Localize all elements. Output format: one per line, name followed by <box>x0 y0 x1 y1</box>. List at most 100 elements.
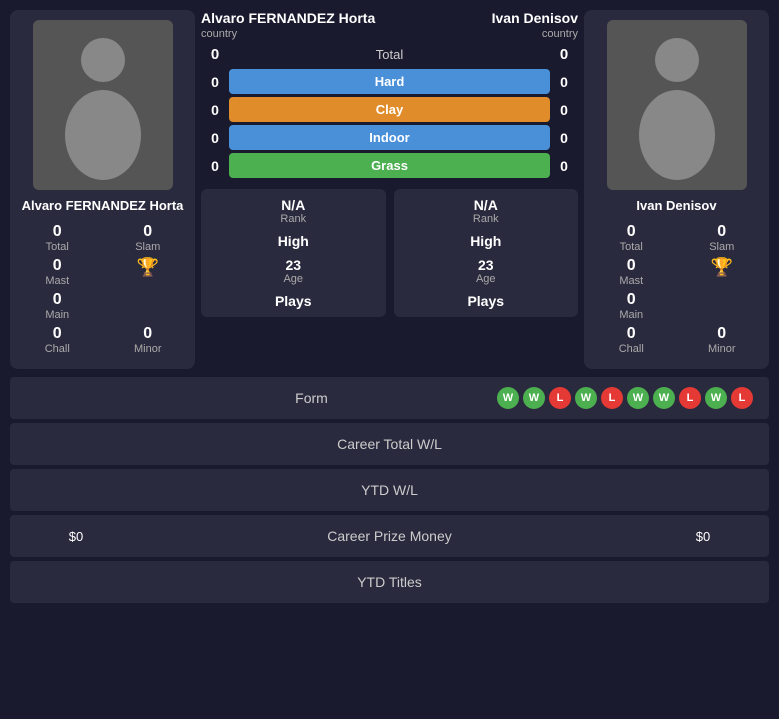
left-trophy-icon-container: 🏆 <box>111 257 186 287</box>
surface-row-clay: 0 Clay 0 <box>201 97 578 122</box>
form-badge-3: L <box>549 387 571 409</box>
left-age-label: Age <box>209 273 378 285</box>
form-badge-10: L <box>731 387 753 409</box>
career-wl-row: Career Total W/L <box>10 423 769 465</box>
career-wl-label: Career Total W/L <box>126 436 653 452</box>
right-info-panel: N/A Rank High 23 Age Plays <box>394 189 579 317</box>
total-right-score: 0 <box>550 46 578 63</box>
ytd-wl-row: YTD W/L <box>10 469 769 511</box>
right-minor-label: Minor <box>708 343 736 355</box>
surface-row-hard: 0 Hard 0 <box>201 69 578 94</box>
right-age-label: Age <box>402 273 571 285</box>
left-high-container: High <box>209 233 378 249</box>
left-total-label: Total <box>46 241 69 253</box>
left-chall-stat: 0 Chall <box>20 325 95 355</box>
left-slam-value: 0 <box>143 223 152 241</box>
left-age-container: 23 Age <box>209 257 378 285</box>
left-plays-value: Plays <box>209 293 378 309</box>
surfaces-container: 0 Hard 0 0 Clay 0 0 Indoor 0 0 Grass <box>201 69 578 181</box>
total-left-score: 0 <box>201 46 229 63</box>
right-age-value: 23 <box>402 257 571 273</box>
left-trophy-icon: 🏆 <box>137 257 159 278</box>
left-main-label: Main <box>45 309 69 321</box>
right-trophy-icon: 🏆 <box>711 257 733 278</box>
left-rank-value: N/A <box>209 197 378 213</box>
form-label: Form <box>126 390 497 406</box>
form-row: Form W W L W L W W L W L <box>10 377 769 419</box>
hard-button[interactable]: Hard <box>229 69 550 94</box>
right-main-stat: 0 Main <box>594 291 669 321</box>
right-mast-stat: 0 Mast <box>594 257 669 287</box>
left-main-value: 0 <box>53 291 62 309</box>
players-comparison: Alvaro FERNANDEZ Horta 0 Total 0 Slam 0 … <box>10 10 769 369</box>
bottom-section: Form W W L W L W W L W L Career Total W/… <box>10 377 769 603</box>
right-rank-value: N/A <box>402 197 571 213</box>
right-plays-value: Plays <box>402 293 571 309</box>
right-total-stat: 0 Total <box>594 223 669 253</box>
left-info-panel: N/A Rank High 23 Age Plays <box>201 189 386 317</box>
left-player-stats2: 0 Chall 0 Minor <box>20 325 185 355</box>
right-player-name: Ivan Denisov <box>636 198 716 213</box>
center-left-name-block: Alvaro FERNANDEZ Horta country <box>201 10 375 40</box>
form-badge-6: W <box>627 387 649 409</box>
left-total-stat: 0 Total <box>20 223 95 253</box>
center-left-name: Alvaro FERNANDEZ Horta <box>201 10 375 26</box>
ytd-titles-label: YTD Titles <box>126 574 653 590</box>
right-main-label: Main <box>619 309 643 321</box>
right-chall-stat: 0 Chall <box>594 325 669 355</box>
left-slam-label: Slam <box>135 241 160 253</box>
center-names-row: Alvaro FERNANDEZ Horta country Ivan Deni… <box>201 10 578 40</box>
right-total-value: 0 <box>627 223 636 241</box>
center-right-name: Ivan Denisov <box>492 10 578 26</box>
form-badge-2: W <box>523 387 545 409</box>
left-age-value: 23 <box>209 257 378 273</box>
total-row: 0 Total 0 <box>201 46 578 63</box>
left-mast-stat: 0 Mast <box>20 257 95 287</box>
grass-button[interactable]: Grass <box>229 153 550 178</box>
left-high-value: High <box>209 233 378 249</box>
grass-left-score: 0 <box>201 158 229 174</box>
right-plays-container: Plays <box>402 293 571 309</box>
right-total-label: Total <box>620 241 643 253</box>
clay-right-score: 0 <box>550 102 578 118</box>
center-block: Alvaro FERNANDEZ Horta country Ivan Deni… <box>201 10 578 369</box>
main-container: Alvaro FERNANDEZ Horta 0 Total 0 Slam 0 … <box>0 0 779 617</box>
right-player-avatar <box>607 20 747 190</box>
indoor-right-score: 0 <box>550 130 578 146</box>
ytd-wl-label: YTD W/L <box>126 482 653 498</box>
left-main-stat: 0 Main <box>20 291 95 321</box>
left-chall-value: 0 <box>53 325 62 343</box>
left-rank-label: Rank <box>209 213 378 225</box>
clay-button[interactable]: Clay <box>229 97 550 122</box>
right-age-container: 23 Age <box>402 257 571 285</box>
prize-row: $0 Career Prize Money $0 <box>10 515 769 557</box>
center-right-country: country <box>492 28 578 40</box>
center-right-name-block: Ivan Denisov country <box>492 10 578 40</box>
form-badge-9: W <box>705 387 727 409</box>
right-mast-label: Mast <box>619 275 643 287</box>
left-chall-label: Chall <box>45 343 70 355</box>
total-label: Total <box>229 47 550 62</box>
grass-right-score: 0 <box>550 158 578 174</box>
right-slam-value: 0 <box>717 223 726 241</box>
left-player-avatar <box>33 20 173 190</box>
form-badge-7: W <box>653 387 675 409</box>
left-mast-label: Mast <box>45 275 69 287</box>
prize-right: $0 <box>653 529 753 544</box>
info-panels-row: N/A Rank High 23 Age Plays N/A Rank <box>201 189 578 317</box>
left-plays-container: Plays <box>209 293 378 309</box>
form-badge-5: L <box>601 387 623 409</box>
right-minor-stat: 0 Minor <box>685 325 760 355</box>
left-minor-label: Minor <box>134 343 162 355</box>
ytd-titles-row: YTD Titles <box>10 561 769 603</box>
right-slam-label: Slam <box>709 241 734 253</box>
right-mast-value: 0 <box>627 257 636 275</box>
right-high-value: High <box>402 233 571 249</box>
right-slam-stat: 0 Slam <box>685 223 760 253</box>
indoor-button[interactable]: Indoor <box>229 125 550 150</box>
left-player-name: Alvaro FERNANDEZ Horta <box>22 198 184 213</box>
form-badge-4: W <box>575 387 597 409</box>
hard-left-score: 0 <box>201 74 229 90</box>
form-badges: W W L W L W W L W L <box>497 387 753 409</box>
form-badge-1: W <box>497 387 519 409</box>
